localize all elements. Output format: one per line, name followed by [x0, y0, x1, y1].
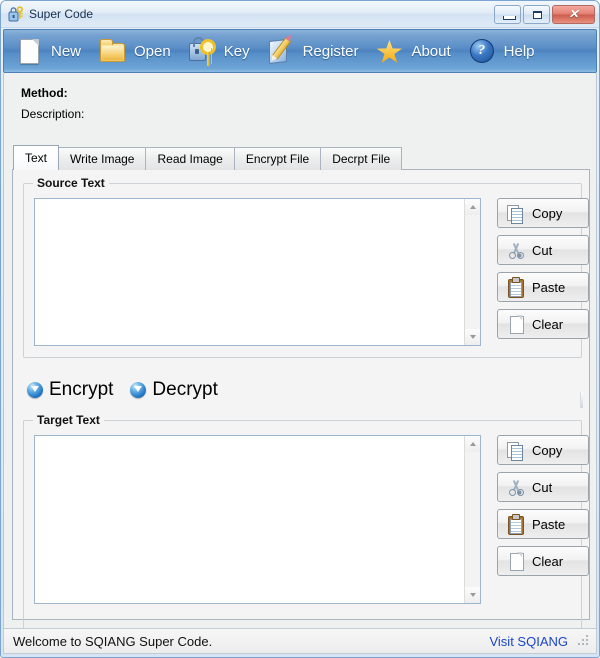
target-cut-label: Cut	[532, 479, 553, 495]
toolbar-button-help[interactable]: Help	[467, 31, 545, 71]
title-bar: Super Code ✕	[1, 1, 599, 28]
status-bar: Welcome to SQIANG Super Code. Visit SQIA…	[3, 628, 597, 654]
copy-icon	[507, 440, 525, 461]
target-textbox-wrap	[34, 435, 481, 604]
toolbar-label-key: Key	[223, 42, 250, 60]
clipboard-icon	[507, 277, 525, 298]
question-help-icon	[467, 36, 497, 66]
resize-grip-icon[interactable]	[578, 635, 590, 647]
panel-splitter-grip[interactable]	[580, 392, 583, 408]
tab-strip: Text Write Image Read Image Encrypt File…	[12, 145, 590, 170]
scroll-up-icon[interactable]	[465, 199, 480, 215]
target-text-title: Target Text	[33, 413, 104, 427]
maximize-button[interactable]	[523, 4, 550, 24]
tab-encrypt-file[interactable]: Encrypt File	[233, 147, 322, 170]
content-area: Method: Description: Text Write Image Re…	[3, 73, 597, 632]
toolbar-button-open[interactable]: Open	[97, 31, 181, 71]
mode-option-decrypt[interactable]: Decrypt	[130, 379, 218, 400]
close-button[interactable]: ✕	[552, 4, 595, 24]
scissors-icon	[507, 240, 525, 260]
window-controls: ✕	[494, 4, 595, 24]
toolbar-button-key[interactable]: Key	[187, 31, 260, 71]
tab-text[interactable]: Text	[13, 145, 60, 170]
source-text-group: Source Text Copy Cut Paste Clear	[23, 176, 589, 358]
source-paste-label: Paste	[532, 279, 566, 295]
mode-label-decrypt: Decrypt	[152, 379, 218, 400]
window-title: Super Code	[29, 7, 94, 21]
source-text-scrollbar[interactable]	[464, 199, 480, 345]
scroll-up-icon[interactable]	[465, 436, 480, 452]
target-text-group: Target Text Copy Cut Paste Clear	[23, 413, 589, 632]
clipboard-icon	[507, 514, 525, 535]
lock-key-icon	[187, 36, 217, 66]
star-icon	[374, 36, 404, 66]
scroll-down-icon[interactable]	[465, 587, 480, 603]
target-text-input[interactable]	[35, 436, 464, 603]
source-copy-label: Copy	[532, 205, 563, 221]
description-row: Description:	[21, 106, 596, 127]
source-cut-label: Cut	[532, 242, 553, 258]
toolbar-button-about[interactable]: About	[374, 31, 460, 71]
source-clear-label: Clear	[532, 316, 564, 332]
toolbar-label-help: Help	[503, 42, 535, 60]
toolbar-button-new[interactable]: New	[14, 31, 91, 71]
source-clear-button[interactable]: Clear	[497, 309, 589, 339]
mode-selector: Encrypt Decrypt	[27, 380, 235, 399]
target-clear-label: Clear	[532, 553, 564, 569]
source-paste-button[interactable]: Paste	[497, 272, 589, 302]
toolbar-button-register[interactable]: Register	[266, 31, 369, 71]
mode-label-encrypt: Encrypt	[49, 379, 114, 400]
status-message: Welcome to SQIANG Super Code.	[13, 633, 213, 649]
blue-down-arrow-icon	[27, 381, 43, 398]
toolbar-label-register: Register	[302, 42, 359, 60]
application-window: Super Code ✕ New Open Key Register About…	[0, 0, 600, 658]
blue-down-arrow-icon	[130, 381, 147, 398]
source-cut-button[interactable]: Cut	[497, 235, 589, 265]
tab-decrypt-file[interactable]: Decrpt File	[320, 147, 403, 170]
scissors-icon	[507, 477, 525, 497]
source-text-input[interactable]	[35, 199, 464, 345]
source-text-title: Source Text	[33, 176, 109, 190]
method-row: Method:	[21, 85, 596, 106]
tab-read-image[interactable]: Read Image	[145, 147, 235, 170]
target-copy-label: Copy	[532, 442, 563, 458]
toolbar-label-open: Open	[134, 42, 171, 60]
open-folder-icon	[97, 36, 127, 66]
target-copy-button[interactable]: Copy	[497, 435, 589, 465]
target-cut-button[interactable]: Cut	[497, 472, 589, 502]
target-clear-button[interactable]: Clear	[497, 546, 589, 576]
target-text-scrollbar[interactable]	[464, 436, 480, 603]
source-copy-button[interactable]: Copy	[497, 198, 589, 228]
register-pencil-icon	[266, 36, 296, 66]
scroll-down-icon[interactable]	[465, 329, 480, 345]
copy-icon	[507, 203, 525, 224]
toolbar-label-new: New	[51, 42, 82, 60]
visit-sqiang-link[interactable]: Visit SQIANG	[489, 634, 568, 649]
mode-option-encrypt[interactable]: Encrypt	[27, 380, 113, 399]
tab-control: Text Write Image Read Image Encrypt File…	[12, 145, 590, 632]
lock-key-icon	[8, 6, 24, 22]
method-label: Method:	[21, 86, 68, 100]
tab-page-text: Source Text Copy Cut Paste Clear Encrypt…	[12, 169, 590, 632]
main-toolbar: New Open Key Register About Help	[3, 29, 597, 73]
new-page-icon	[14, 36, 44, 66]
header-info-block: Method: Description:	[4, 73, 596, 127]
blank-page-icon	[507, 314, 525, 334]
blank-page-icon	[507, 551, 525, 571]
source-textbox-wrap	[34, 198, 481, 346]
toolbar-label-about: About	[411, 42, 451, 60]
close-icon: ✕	[568, 6, 579, 21]
minimize-button[interactable]	[494, 4, 521, 24]
tab-write-image[interactable]: Write Image	[58, 147, 147, 170]
description-label: Description:	[21, 107, 85, 121]
target-paste-label: Paste	[532, 516, 566, 532]
target-paste-button[interactable]: Paste	[497, 509, 589, 539]
